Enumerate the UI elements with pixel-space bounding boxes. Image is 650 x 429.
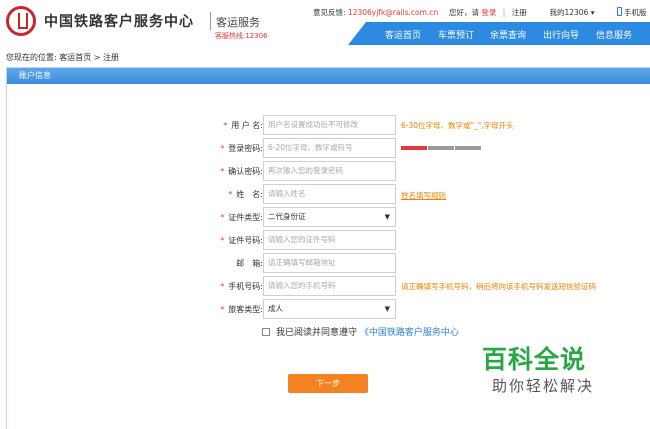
required-star: * — [220, 236, 225, 245]
my12306-menu[interactable]: 我的12306 — [549, 8, 588, 17]
phone-label: 手机号码: — [228, 282, 263, 291]
nav-item-home[interactable]: 客运首页 — [385, 28, 421, 41]
next-step-button[interactable]: 下一步 — [288, 374, 368, 393]
password-label: 登录密码: — [228, 144, 263, 153]
nav-item-travel-guide[interactable]: 出行向导 — [543, 28, 579, 41]
phone-input[interactable]: 请输入您的手机号码 — [263, 276, 396, 296]
top-header: 中国铁路客户服务中心 客运服务 客服热线:12306 意见反馈: 12306yj… — [0, 0, 650, 45]
caret-down-icon: ▼ — [384, 213, 390, 221]
required-star: * — [228, 190, 233, 199]
greeting-text: 您好，请 — [449, 8, 479, 17]
feedback-label: 意见反馈: — [313, 8, 346, 17]
strength-segment-strong — [455, 146, 481, 150]
strength-segment-weak — [401, 146, 427, 150]
password-input[interactable]: 6-20位字母、数字或符号 — [263, 138, 396, 158]
id-type-label: 证件类型: — [228, 213, 263, 222]
phone-icon — [617, 7, 622, 16]
brand-title[interactable]: 中国铁路客户服务中心 — [44, 11, 194, 31]
breadcrumb: 您现在的位置: 客运首页 > 注册 — [6, 52, 119, 63]
chevron-down-icon[interactable]: ▾ — [591, 8, 595, 17]
nav-item-remaining-tickets[interactable]: 余票查询 — [490, 28, 526, 41]
nav-item-info-service[interactable]: 信息服务 — [596, 28, 632, 41]
subbrand-title: 客运服务 — [216, 16, 260, 29]
breadcrumb-separator: > — [93, 53, 101, 62]
breadcrumb-current: 注册 — [103, 53, 120, 62]
nav-item-booking[interactable]: 车票预订 — [438, 28, 474, 41]
required-star: * — [220, 144, 225, 153]
id-number-input[interactable]: 请输入您的证件号码 — [263, 230, 396, 250]
username-input[interactable]: 用户名设置成功后不可修改 — [263, 115, 396, 135]
agreement-text: 我已阅读并同意遵守 — [276, 328, 358, 338]
username-label: 用 户 名: — [231, 121, 263, 130]
mobile-label: 手机版 — [624, 8, 647, 17]
passenger-type-select[interactable]: 成人 ▼ — [263, 299, 396, 319]
watermark-subtitle: 助你轻松解决 — [492, 377, 595, 395]
feedback-email-link[interactable]: 12306yjfk@rails.com.cn — [348, 8, 438, 17]
caret-down-icon: ▼ — [384, 305, 390, 313]
required-star: * — [220, 167, 225, 176]
mobile-version-link[interactable]: 手机版 — [617, 7, 647, 18]
username-hint: 6-30位字母、数字或"_",字母开头 — [401, 121, 514, 130]
id-number-row: * 证件号码: 请输入您的证件号码 — [7, 230, 647, 250]
login-link[interactable]: 登录 — [481, 8, 496, 17]
watermark: 百科全说 助你轻松解决 — [480, 340, 630, 400]
panel-title: 账户信息 — [7, 68, 650, 84]
required-star: * — [223, 121, 228, 130]
password-strength-meter — [401, 146, 481, 150]
passenger-type-value: 成人 — [268, 304, 283, 313]
brand-divider — [210, 12, 211, 30]
name-label: 姓 名: — [236, 190, 263, 199]
name-input[interactable]: 请输入姓名 — [263, 184, 396, 204]
agreement-row: 我已阅读并同意遵守 《中国铁路客户服务中心 — [262, 325, 459, 338]
passenger-type-row: * 旅客类型: 成人 ▼ — [7, 299, 647, 319]
passenger-type-label: 旅客类型: — [228, 305, 263, 314]
main-nav: 客运首页 车票预订 余票查询 出行向导 信息服务 — [348, 22, 650, 45]
header-links: 意见反馈: 12306yjfk@rails.com.cn 您好，请 登录 | 注… — [313, 8, 595, 17]
name-row: * 姓 名: 请输入姓名 姓名填写规则 — [7, 184, 647, 204]
agreement-link[interactable]: 《中国铁路客户服务中心 — [360, 328, 459, 338]
id-type-select[interactable]: 二代身份证 ▼ — [263, 207, 396, 227]
username-row: * 用 户 名: 用户名设置成功后不可修改 6-30位字母、数字或"_",字母开头 — [7, 115, 647, 135]
service-hotline: 客服热线:12306 — [215, 32, 268, 40]
watermark-title: 百科全说 — [482, 345, 587, 374]
id-type-value: 二代身份证 — [268, 212, 306, 221]
email-label: 邮 箱: — [236, 259, 263, 268]
password-row: * 登录密码: 6-20位字母、数字或符号 — [7, 138, 647, 158]
id-number-label: 证件号码: — [228, 236, 263, 245]
confirm-password-input[interactable]: 再次输入您的登录密码 — [263, 161, 396, 181]
agreement-checkbox[interactable] — [262, 328, 270, 336]
required-star: * — [220, 213, 225, 222]
name-rules-link[interactable]: 姓名填写规则 — [401, 190, 446, 201]
id-type-row: * 证件类型: 二代身份证 ▼ — [7, 207, 647, 227]
required-star: * — [220, 282, 225, 291]
email-row: 邮 箱: 请正确填写邮箱地址 — [7, 253, 647, 273]
email-input[interactable]: 请正确填写邮箱地址 — [263, 253, 396, 273]
strength-segment-medium — [428, 146, 454, 150]
phone-hint: 请正确填写手机号码，稍后将向该手机号码发送短信验证码 — [401, 282, 596, 291]
confirm-password-label: 确认密码: — [228, 167, 263, 176]
confirm-password-row: * 确认密码: 再次输入您的登录密码 — [7, 161, 647, 181]
railway-logo-icon[interactable] — [6, 6, 36, 36]
breadcrumb-home-link[interactable]: 客运首页 — [59, 53, 91, 62]
breadcrumb-prefix: 您现在的位置: — [6, 53, 57, 62]
phone-row: * 手机号码: 请输入您的手机号码 请正确填写手机号码，稍后将向该手机号码发送短信… — [7, 276, 647, 296]
required-star: * — [220, 305, 225, 314]
register-link[interactable]: 注册 — [512, 8, 527, 17]
